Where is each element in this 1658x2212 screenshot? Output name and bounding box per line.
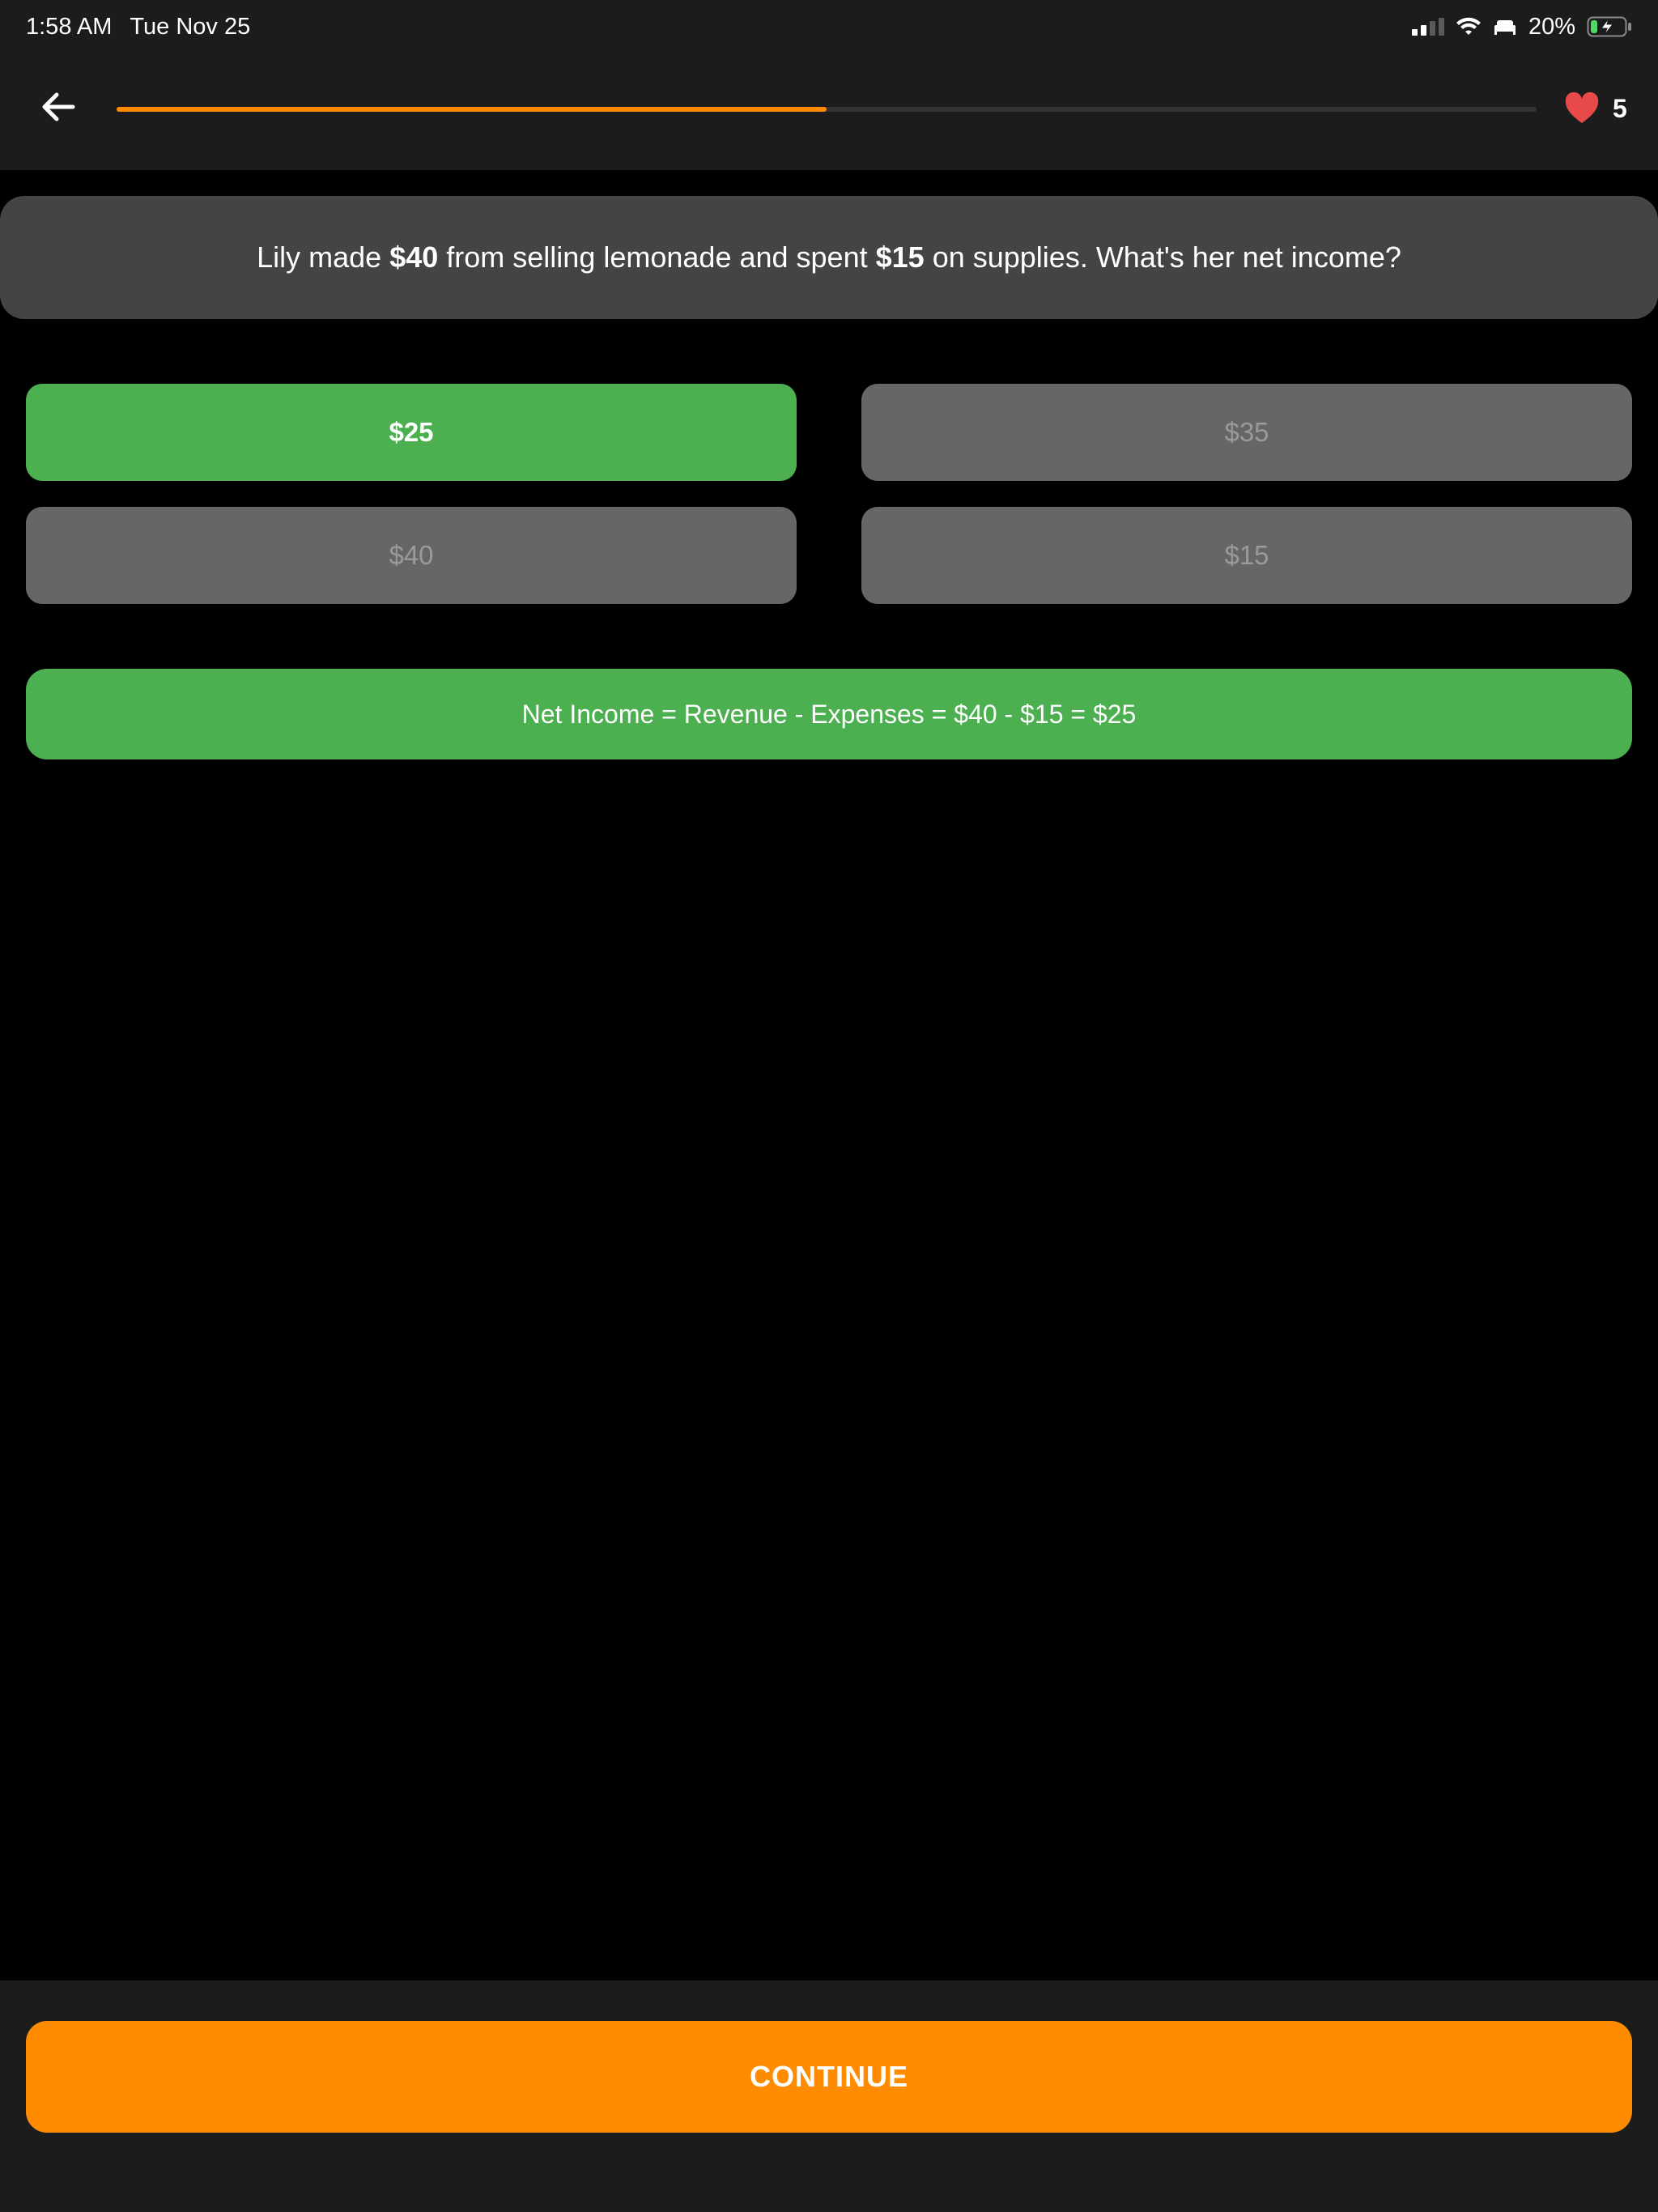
question-text-part: on supplies. What's her net income? (924, 240, 1401, 274)
battery-charging-icon (1587, 16, 1631, 37)
question-text: Lily made $40 from selling lemonade and … (257, 240, 1401, 274)
question-amount: $15 (875, 240, 925, 274)
continue-label: CONTINUE (750, 2060, 908, 2093)
answer-option-correct[interactable]: $25 (26, 384, 797, 481)
status-bar: 1:58 AM Tue Nov 25 20% (0, 0, 1658, 53)
question-amount: $40 (389, 240, 439, 274)
answer-option[interactable]: $40 (26, 507, 797, 604)
explanation-text: Net Income = Revenue - Expenses = $40 - … (521, 699, 1137, 729)
wifi-icon (1456, 17, 1481, 35)
question-text-part: Lily made (257, 240, 390, 274)
question-card: Lily made $40 from selling lemonade and … (0, 196, 1658, 319)
heart-icon (1565, 92, 1599, 123)
status-left: 1:58 AM Tue Nov 25 (26, 14, 250, 40)
status-time: 1:58 AM (26, 13, 113, 40)
lives-count: 5 (1613, 93, 1627, 123)
answer-option[interactable]: $35 (861, 384, 1632, 481)
arrow-left-icon (42, 92, 75, 121)
status-right: 20% (1411, 13, 1632, 40)
cellular-signal-icon (1411, 18, 1444, 36)
battery-percent: 20% (1528, 13, 1575, 40)
sleep-focus-icon (1494, 20, 1516, 35)
lives-counter: 5 (1564, 92, 1627, 125)
status-date: Tue Nov 25 (130, 13, 251, 40)
back-button[interactable] (37, 86, 79, 128)
explanation-banner: Net Income = Revenue - Expenses = $40 - … (26, 669, 1632, 759)
lesson-progress-bar (117, 107, 1537, 112)
answer-option[interactable]: $15 (861, 507, 1632, 604)
lesson-header: 5 (0, 53, 1658, 170)
lesson-progress-fill (117, 107, 827, 112)
question-text-part: from selling lemonade and spent (438, 240, 876, 274)
continue-button[interactable]: CONTINUE (26, 2021, 1632, 2133)
